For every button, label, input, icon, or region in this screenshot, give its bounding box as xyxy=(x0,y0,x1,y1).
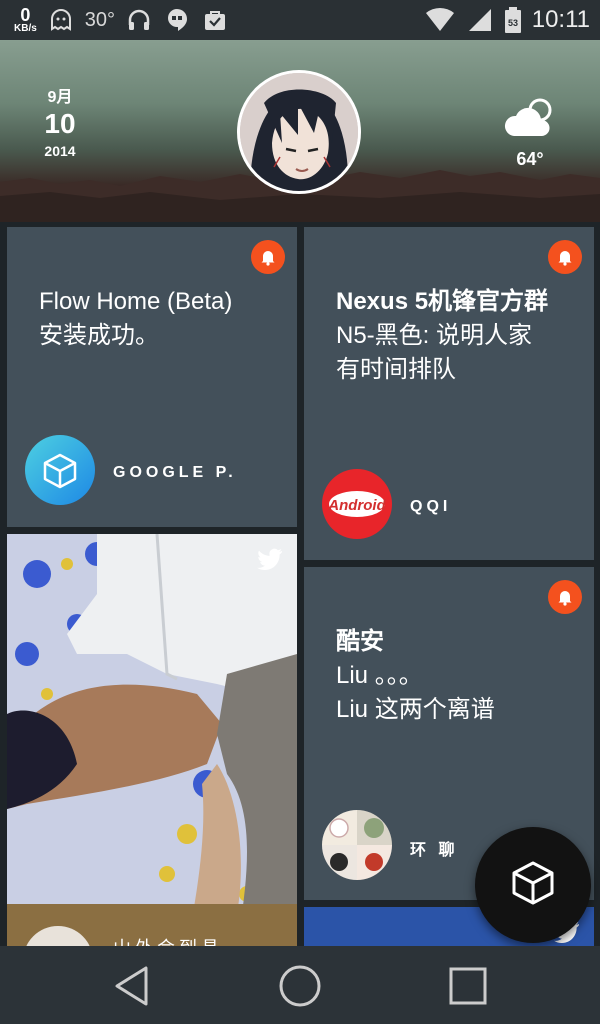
date-block: 9月 10 2014 xyxy=(40,89,80,159)
card-body: 安装成功。 xyxy=(39,322,159,349)
card-body-line-2: Liu 这两个离谱 xyxy=(336,696,495,723)
weather-temperature: 64° xyxy=(516,149,544,169)
card-app-row: 环 聊 xyxy=(322,810,458,885)
package-cube-icon xyxy=(25,435,95,510)
bell-icon xyxy=(251,240,285,274)
photo-image xyxy=(7,534,297,946)
caption-avatar xyxy=(23,926,93,946)
weather-widget[interactable]: 64° xyxy=(500,96,560,170)
battery-level: 53 xyxy=(508,18,518,28)
cube-icon xyxy=(508,858,558,913)
shopping-bag-icon xyxy=(201,6,229,34)
home-circle-icon xyxy=(279,965,321,1007)
card-app-label: QQI xyxy=(410,497,452,515)
cloud-sun-icon xyxy=(500,96,560,145)
svg-text:Android: Android xyxy=(327,497,386,514)
battery-icon: 53 xyxy=(504,6,522,34)
photo-caption: 山外会到具 xyxy=(113,934,223,946)
notification-card-flow-home[interactable]: Flow Home (Beta) 安装成功。 GOOGLE P. xyxy=(7,227,297,527)
twitter-icon xyxy=(257,548,283,571)
photo-caption-bar: 山外会到具 xyxy=(7,904,297,946)
card-app-row: Android QQI xyxy=(322,469,451,544)
group-avatar-icon xyxy=(322,810,392,885)
card-app-row: GOOGLE P. xyxy=(25,435,237,510)
card-body-line-1: Liu 。。。 xyxy=(336,662,423,689)
date-year: 2014 xyxy=(44,143,76,159)
navigation-bar xyxy=(0,946,600,1024)
signal-icon xyxy=(466,6,494,34)
back-triangle-icon xyxy=(115,966,148,1006)
home-button[interactable] xyxy=(276,962,324,1010)
hangouts-icon xyxy=(163,6,191,34)
header-banner: 9月 10 2014 64° xyxy=(0,40,600,222)
network-speed: 0 KB/s xyxy=(14,6,37,34)
card-body-line-2: 有时间排队 xyxy=(336,356,456,383)
headphones-icon xyxy=(125,6,153,34)
card-app-label: 环 聊 xyxy=(410,841,459,859)
recents-button[interactable] xyxy=(444,962,492,1010)
recents-square-icon xyxy=(449,967,487,1005)
card-app-label: GOOGLE P. xyxy=(113,463,237,481)
ghost-icon xyxy=(47,6,75,34)
bell-icon xyxy=(548,580,582,614)
card-body-line-1: N5-黑色: 说明人家 xyxy=(336,322,533,349)
clock: 10:11 xyxy=(531,6,590,33)
card-title: 酷安 xyxy=(336,628,384,655)
cube-fab-button[interactable] xyxy=(475,827,591,943)
notification-card-nexus5[interactable]: Nexus 5机锋官方群 N5-黑色: 说明人家 有时间排队 Android Q… xyxy=(304,227,594,560)
android-logo-icon: Android xyxy=(322,469,392,544)
network-speed-value: 0 xyxy=(20,5,31,25)
card-title: Nexus 5机锋官方群 xyxy=(336,288,549,315)
bell-icon xyxy=(548,240,582,274)
photo-card-twitter[interactable]: 山外会到具 xyxy=(7,534,297,946)
card-title: Flow Home (Beta) xyxy=(39,288,233,315)
profile-avatar[interactable] xyxy=(237,70,361,194)
date-month: 9月 xyxy=(47,89,73,106)
status-bar: 0 KB/s 30° 53 10:11 xyxy=(0,0,600,40)
network-speed-unit: KB/s xyxy=(14,23,37,34)
back-button[interactable] xyxy=(108,962,156,1010)
status-temperature: 30° xyxy=(84,8,116,31)
date-day: 10 xyxy=(44,108,76,139)
wifi-icon xyxy=(424,6,456,34)
